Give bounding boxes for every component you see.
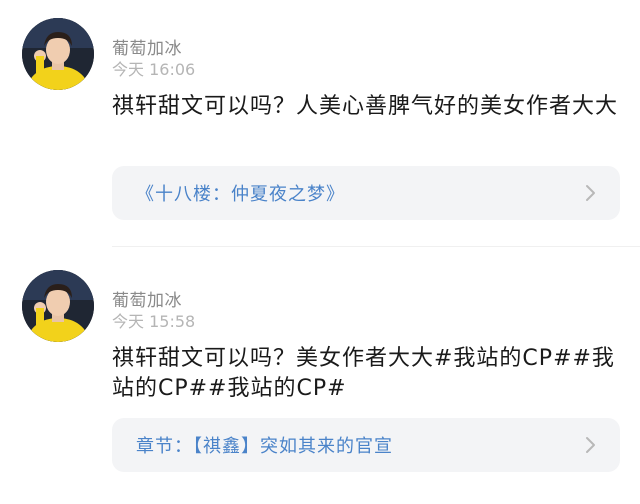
comment-item: 葡萄加冰 今天 16:06 祺轩甜文可以吗？人美心善脾气好的美女作者大大 《十八… [0,0,640,246]
chevron-right-icon [584,435,598,455]
linked-story-card[interactable]: 《十八楼：仲夏夜之梦》 [112,166,620,220]
linked-chapter-card[interactable]: 章节：【祺鑫】突如其来的官宣 [112,418,620,472]
divider [112,246,640,247]
card-title: 章节：【祺鑫】突如其来的官宣 [136,436,393,457]
chevron-right-icon [584,183,598,203]
card-title: 《十八楼：仲夏夜之梦》 [136,184,345,205]
avatar-image [22,18,94,90]
avatar-image [22,270,94,342]
timestamp: 今天 16:06 [112,60,196,79]
comment-item: 葡萄加冰 今天 15:58 祺轩甜文可以吗？美女作者大大#我站的CP##我站的C… [0,252,640,504]
avatar[interactable] [22,270,94,342]
comment-text: 祺轩甜文可以吗？人美心善脾气好的美女作者大大 [112,94,619,119]
avatar[interactable] [22,18,94,90]
comment-text: 祺轩甜文可以吗？美女作者大大#我站的CP##我站的CP##我站的CP# [112,346,615,401]
timestamp: 今天 15:58 [112,312,196,331]
